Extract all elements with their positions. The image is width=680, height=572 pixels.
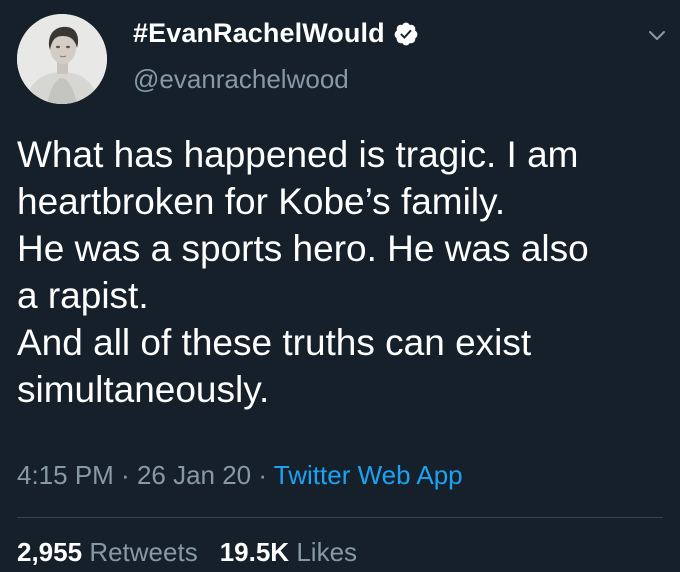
tweet-time[interactable]: 4:15 PM: [17, 460, 114, 490]
likes-label: Likes: [296, 537, 358, 567]
meta-separator: ·: [113, 460, 137, 490]
avatar[interactable]: [17, 14, 107, 104]
retweets-stat[interactable]: 2,955 Retweets: [17, 537, 198, 568]
display-name[interactable]: #EvanRachelWould: [133, 18, 419, 49]
tweet-metadata: 4:15 PM · 26 Jan 20 · Twitter Web App: [17, 460, 463, 491]
tweet-stats: 2,955 Retweets 19.5K Likes: [17, 537, 357, 568]
divider: [17, 517, 663, 518]
meta-separator: ·: [251, 460, 274, 490]
retweets-label: Retweets: [89, 537, 198, 567]
tweet-text: What has happened is tragic. I am heartb…: [17, 134, 589, 410]
chevron-down-icon[interactable]: [646, 24, 668, 46]
verified-badge-icon: [393, 21, 419, 47]
display-name-text: #EvanRachelWould: [133, 18, 385, 48]
likes-stat[interactable]: 19.5K Likes: [220, 537, 357, 568]
tweet-card: #EvanRachelWould @evanrachelwood What ha…: [0, 0, 680, 572]
tweet-source-link[interactable]: Twitter Web App: [274, 460, 463, 490]
avatar-photo: [17, 14, 107, 104]
likes-count: 19.5K: [219, 537, 290, 567]
tweet-date[interactable]: 26 Jan 20: [137, 460, 251, 490]
retweets-count: 2,955: [17, 537, 83, 567]
user-handle[interactable]: @evanrachelwood: [133, 64, 349, 95]
